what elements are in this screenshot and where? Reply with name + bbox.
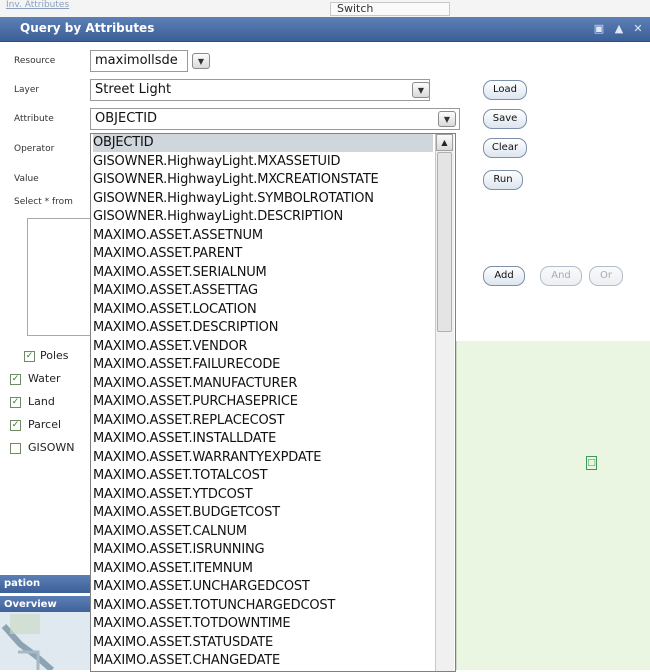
attribute-option[interactable]: MAXIMO.ASSET.DESCRIPTION <box>93 319 433 337</box>
attribute-option[interactable]: GISOWNER.HighwayLight.MXASSETUID <box>93 153 433 171</box>
chevron-down-icon[interactable]: ▼ <box>412 82 430 98</box>
select-from-label: Select * from <box>14 197 73 207</box>
attribute-option[interactable]: MAXIMO.ASSET.VENDOR <box>93 338 433 356</box>
attribute-option[interactable]: MAXIMO.ASSET.INSTALLDATE <box>93 430 433 448</box>
add-button[interactable]: Add <box>483 266 525 286</box>
check-icon[interactable]: ✓ <box>10 420 21 431</box>
or-button[interactable]: Or <box>589 266 623 286</box>
resource-select[interactable]: maximollsde <box>90 50 188 72</box>
attribute-option[interactable]: GISOWNER.HighwayLight.DESCRIPTION <box>93 208 433 226</box>
attribute-option[interactable]: MAXIMO.ASSET.MANUFACTURER <box>93 375 433 393</box>
attribute-dropdown-list[interactable]: OBJECTID GISOWNER.HighwayLight.MXASSETUID… <box>90 133 456 672</box>
attribute-select[interactable]: OBJECTID <box>90 108 460 130</box>
resource-label: Resource <box>14 56 56 66</box>
attribute-option[interactable]: MAXIMO.ASSET.TOTDOWNTIME <box>93 615 433 633</box>
attribute-option[interactable]: MAXIMO.ASSET.UNCHARGEDCOST <box>93 578 433 596</box>
attribute-option[interactable]: MAXIMO.ASSET.ISRUNNING <box>93 541 433 559</box>
check-icon[interactable]: ✓ <box>24 351 35 362</box>
navigation-header[interactable]: pation <box>0 575 90 593</box>
attribute-option[interactable]: MAXIMO.ASSET.SERIALNUM <box>93 264 433 282</box>
dropdown-scrollbar[interactable]: ▲ <box>435 134 454 671</box>
layer-select[interactable]: Street Light <box>90 79 430 101</box>
scroll-up-icon[interactable]: ▲ <box>436 134 453 151</box>
attribute-option[interactable]: GISOWNER.HighwayLight.MXCREATIONSTATE <box>93 171 433 189</box>
layer-item-poles: Poles <box>40 349 69 362</box>
attribute-option[interactable]: MAXIMO.ASSET.FAILURECODE <box>93 356 433 374</box>
layer-value: Street Light <box>95 82 172 97</box>
chevron-down-icon[interactable]: ▼ <box>438 111 456 127</box>
attribute-value: OBJECTID <box>95 111 158 126</box>
attribute-option[interactable]: MAXIMO.ASSET.ASSETNUM <box>93 227 433 245</box>
layer-item-gisown: GISOWN <box>28 441 75 454</box>
layer-list: ✓ Poles ✓ Water ✓ Land ✓ Parcel GISOWN <box>0 340 90 580</box>
attribute-option[interactable]: OBJECTID <box>93 134 433 152</box>
layer-item-water: Water <box>28 372 61 385</box>
clear-button[interactable]: Clear <box>483 138 527 158</box>
attribute-option[interactable]: MAXIMO.ASSET.LOCATION <box>93 301 433 319</box>
attribute-option[interactable]: MAXIMO.ASSET.CALNUM <box>93 523 433 541</box>
layer-label: Layer <box>14 85 40 95</box>
layer-item-land: Land <box>28 395 55 408</box>
attribute-option[interactable]: MAXIMO.ASSET.REPLACECOST <box>93 412 433 430</box>
value-label: Value <box>14 174 39 184</box>
close-icon[interactable]: ✕ <box>631 22 645 36</box>
scroll-thumb[interactable] <box>437 152 452 332</box>
attribute-option[interactable]: MAXIMO.ASSET.PARENT <box>93 245 433 263</box>
attribute-option[interactable]: MAXIMO.ASSET.TOTUNCHARGEDCOST <box>93 597 433 615</box>
overview-map-graphic <box>1 614 54 670</box>
operator-label: Operator <box>14 144 55 154</box>
check-icon[interactable]: ✓ <box>10 397 21 408</box>
attribute-option[interactable]: GISOWNER.HighwayLight.SYMBOLROTATION <box>93 190 433 208</box>
check-icon[interactable]: ✓ <box>10 374 21 385</box>
attribute-option[interactable]: MAXIMO.ASSET.WARRANTYEXPDATE <box>93 449 433 467</box>
attribute-option[interactable]: MAXIMO.ASSET.CHANGEDATE <box>93 652 433 670</box>
resource-value: maximollsde <box>95 53 178 68</box>
overview-map[interactable] <box>0 612 90 670</box>
chevron-down-icon[interactable]: ▼ <box>192 53 210 69</box>
load-button[interactable]: Load <box>483 80 527 100</box>
unchecked-box[interactable] <box>10 443 21 454</box>
panel-title: Query by Attributes <box>20 21 155 35</box>
switch-control[interactable]: Switch <box>330 2 450 16</box>
attribute-option[interactable]: MAXIMO.ASSET.TOTALCOST <box>93 467 433 485</box>
query-textarea[interactable] <box>27 218 93 336</box>
attribute-label: Attribute <box>14 114 54 124</box>
attribute-option[interactable]: MAXIMO.ASSET.ITEMNUM <box>93 560 433 578</box>
collapse-icon[interactable]: ▲ <box>612 22 626 36</box>
panel-titlebar: Query by Attributes ▣ ▲ ✕ <box>0 17 650 42</box>
layer-item-parcel: Parcel <box>28 418 62 431</box>
and-button[interactable]: And <box>540 266 582 286</box>
attribute-option[interactable]: MAXIMO.ASSET.YTDCOST <box>93 486 433 504</box>
map-marker-icon[interactable]: □ <box>586 456 597 470</box>
attribute-option[interactable]: MAXIMO.ASSET.ASSETTAG <box>93 282 433 300</box>
attribute-option[interactable]: MAXIMO.ASSET.BUDGETCOST <box>93 504 433 522</box>
save-button[interactable]: Save <box>483 109 527 129</box>
attribute-option[interactable]: MAXIMO.ASSET.STATUSDATE <box>93 634 433 652</box>
inventory-attributes-link[interactable]: Inv. Attributes <box>6 0 69 10</box>
attribute-option[interactable]: MAXIMO.ASSET.PURCHASEPRICE <box>93 393 433 411</box>
run-button[interactable]: Run <box>483 170 523 190</box>
map-view[interactable] <box>456 341 650 670</box>
window-icon[interactable]: ▣ <box>592 22 606 36</box>
